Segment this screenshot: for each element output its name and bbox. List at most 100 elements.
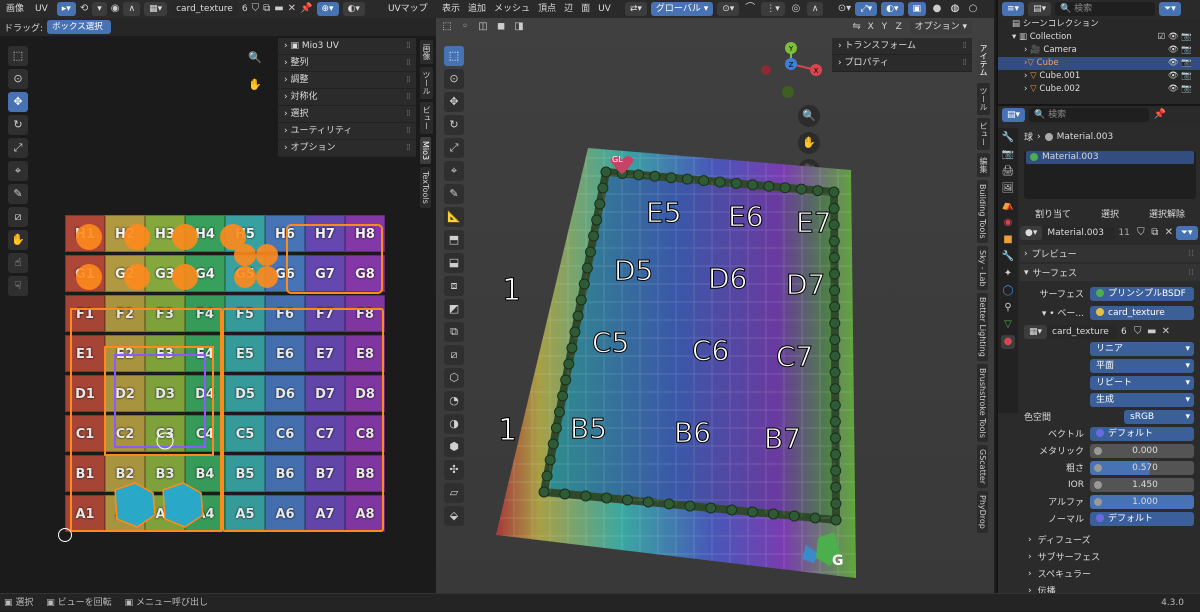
outliner-cube[interactable]: ›▽ Cube 👁 📷 bbox=[998, 57, 1200, 70]
extension-dropdown[interactable]: リピート ▾ bbox=[1090, 375, 1194, 390]
tab-sky-lab[interactable]: Sky - Lab bbox=[977, 245, 988, 291]
outliner-search[interactable]: 🔍 検索 bbox=[1055, 2, 1156, 16]
outliner-filter-icon[interactable]: ▤▾ bbox=[1028, 2, 1052, 16]
vp-knife-icon[interactable]: ⧄ bbox=[444, 345, 464, 365]
outliner-funnel-icon[interactable]: ⏷▾ bbox=[1159, 2, 1181, 16]
tab-tool-icon[interactable]: 🔧 bbox=[1001, 131, 1015, 145]
surface-shader-field[interactable]: プリンシプルBSDF bbox=[1090, 286, 1194, 301]
outliner-editor-icon[interactable]: ≡▾ bbox=[1002, 2, 1025, 16]
gizmo-icon[interactable]: ⤢▾ bbox=[855, 2, 878, 16]
transform-orientation-dropdown[interactable]: グローバル ▾ bbox=[650, 2, 714, 16]
vp-measure-icon[interactable]: 📐 bbox=[444, 207, 464, 227]
vp-menu-add[interactable]: 追加 bbox=[466, 2, 488, 16]
select-ext-icon[interactable]: ◨ bbox=[512, 20, 526, 34]
vp-polybuild-icon[interactable]: ⬡ bbox=[444, 368, 464, 388]
vector-field[interactable]: デフォルト bbox=[1090, 426, 1194, 441]
tab-view[interactable]: ビュー bbox=[420, 102, 433, 134]
shading-render-icon[interactable]: ○ bbox=[966, 2, 980, 16]
tab-vp-view[interactable]: ビュー bbox=[977, 118, 990, 150]
navigation-gizmo[interactable]: Y Z X bbox=[756, 40, 826, 102]
shading-material-icon[interactable]: ◍ bbox=[948, 2, 962, 16]
tab-phydrop[interactable]: PhyDrop bbox=[977, 491, 988, 533]
tab-item[interactable]: アイテム bbox=[977, 40, 990, 80]
move-tool-icon[interactable]: ✥ bbox=[8, 92, 28, 112]
material-slots-list[interactable]: Material.003 bbox=[1024, 151, 1196, 199]
vp-menu-edge[interactable]: 辺 bbox=[562, 2, 575, 16]
tab-scene-icon[interactable]: ⛺ bbox=[1001, 199, 1015, 213]
projection-dropdown[interactable]: 平面 ▾ bbox=[1090, 358, 1194, 373]
tab-brushstroke-tools[interactable]: Brushstroke Tools bbox=[977, 364, 988, 442]
npanel-align[interactable]: › 整列 ⁞⁞ bbox=[278, 55, 416, 72]
tab-data-icon[interactable]: ▽ bbox=[1001, 318, 1015, 332]
select-mode-icon[interactable]: ▸▾ bbox=[56, 2, 76, 16]
tab-view-layer-icon[interactable]: 🖼 bbox=[1001, 182, 1015, 196]
select-button[interactable]: 選択 bbox=[1101, 207, 1119, 220]
select-mode-vertex-icon[interactable]: ◦ bbox=[458, 20, 472, 34]
rip-tool-icon[interactable]: ⧄ bbox=[8, 207, 28, 227]
tab-object-icon[interactable]: ■ bbox=[1001, 233, 1015, 247]
rotate-tool-icon[interactable]: ↻ bbox=[8, 115, 28, 135]
tab-image[interactable]: 画像 bbox=[420, 40, 433, 64]
npanel-mio3uv[interactable]: › ▣ Mio3 UV ⁞⁞ bbox=[278, 38, 416, 55]
overlay-toggle-icon[interactable]: ◐▾ bbox=[881, 2, 904, 16]
orientation-icon[interactable]: ⇄▾ bbox=[624, 2, 647, 16]
properties-pin-icon[interactable]: 📌 bbox=[1153, 108, 1167, 122]
select-mode-edge-icon[interactable]: ◫ bbox=[476, 20, 490, 34]
vp-menu-face[interactable]: 面 bbox=[579, 2, 592, 16]
zoom-icon[interactable]: 🔍 bbox=[244, 47, 266, 69]
deselect-button[interactable]: 選択解除 bbox=[1149, 207, 1185, 220]
roughness-field[interactable]: 0.570 bbox=[1090, 460, 1194, 475]
grab-tool-icon[interactable]: ✋ bbox=[8, 230, 28, 250]
tab-world-icon[interactable]: ◉ bbox=[1001, 216, 1015, 230]
vp-shrink-icon[interactable]: ✣ bbox=[444, 460, 464, 480]
pivot-dropdown-icon[interactable]: ⊙▾ bbox=[717, 2, 740, 16]
vp-zoom-icon[interactable]: 🔍 bbox=[798, 105, 820, 127]
uv-sync-icon[interactable]: ▾ bbox=[92, 2, 107, 16]
vp-menu-mesh[interactable]: メッシュ bbox=[492, 2, 532, 16]
diffuse-panel[interactable]: › ディフューズ bbox=[1020, 531, 1200, 548]
overlay-icon[interactable]: ◐▾ bbox=[342, 2, 365, 16]
select-box-tool-icon[interactable]: ⬚ bbox=[8, 46, 28, 66]
axis-z[interactable]: Z bbox=[896, 22, 906, 32]
preview-panel[interactable]: › プレビュー ⁞⁞ bbox=[1020, 245, 1200, 262]
axis-y[interactable]: Y bbox=[882, 22, 892, 32]
vp-spin-icon[interactable]: ◔ bbox=[444, 391, 464, 411]
interpolation-dropdown[interactable]: リニア ▾ bbox=[1090, 341, 1194, 356]
fake-user-icon[interactable]: ⛉ bbox=[252, 2, 260, 16]
falloff-icon[interactable]: ∧ bbox=[806, 2, 824, 16]
snap-icon[interactable]: ⊕▾ bbox=[316, 2, 339, 16]
annotate-tool-icon[interactable]: ✎ bbox=[8, 184, 28, 204]
tab-vp-tool[interactable]: ツール bbox=[977, 83, 990, 115]
tab-mio3[interactable]: Mio3 bbox=[420, 137, 431, 165]
snap-toggle-icon[interactable]: ⌒ bbox=[743, 2, 757, 16]
source-dropdown[interactable]: 生成 ▾ bbox=[1090, 392, 1194, 407]
vp-transform-icon[interactable]: ⌖ bbox=[444, 161, 464, 181]
tab-output-icon[interactable]: 🖨 bbox=[1001, 165, 1015, 179]
properties-search[interactable]: 🔍 検索 bbox=[1029, 108, 1150, 122]
outliner-camera[interactable]: › 🎥 Camera 👁 📷 bbox=[998, 44, 1200, 57]
vp-scale-icon[interactable]: ⤢ bbox=[444, 138, 464, 158]
tab-physics-icon[interactable]: ◯ bbox=[1001, 284, 1015, 298]
relax-tool-icon[interactable]: ☝ bbox=[8, 253, 28, 273]
tab-tool[interactable]: ツール bbox=[420, 67, 433, 99]
tab-building-tools[interactable]: Building Tools bbox=[977, 180, 988, 243]
image-browse-button-icon[interactable]: ▦▾ bbox=[1024, 324, 1048, 339]
uv-menu-uv[interactable]: UV bbox=[30, 2, 53, 16]
tab-material-icon[interactable]: ● bbox=[1001, 335, 1015, 349]
properties-editor-icon[interactable]: ▤▾ bbox=[1002, 108, 1026, 122]
cursor-tool-icon[interactable]: ⊙ bbox=[8, 69, 28, 89]
npanel-properties[interactable]: › プロパティ ⁞⁞ bbox=[832, 55, 972, 72]
vp-smooth-icon[interactable]: ◑ bbox=[444, 414, 464, 434]
image-name-field[interactable]: card_texture bbox=[171, 2, 238, 16]
tab-render-icon[interactable]: 📷 bbox=[1001, 148, 1015, 162]
uv-map-label[interactable]: UVマップ bbox=[383, 2, 433, 16]
vp-rip-icon[interactable]: ⬙ bbox=[444, 506, 464, 526]
vp-rotate-icon[interactable]: ↻ bbox=[444, 115, 464, 135]
pan-hand-icon[interactable]: ✋ bbox=[244, 74, 266, 96]
mirror-icon[interactable]: ⇋ bbox=[850, 20, 864, 34]
select-mode-box-icon[interactable]: ⬚ bbox=[440, 20, 454, 34]
tab-modifier-icon[interactable]: 🔧 bbox=[1001, 250, 1015, 264]
drag-mode-dropdown[interactable]: ボックス選択 bbox=[47, 20, 112, 34]
outliner-collection[interactable]: ▾ ▥ Collection ☑ 👁 📷 bbox=[998, 31, 1200, 44]
npanel-transform[interactable]: › トランスフォーム ⁞⁞ bbox=[832, 38, 972, 55]
